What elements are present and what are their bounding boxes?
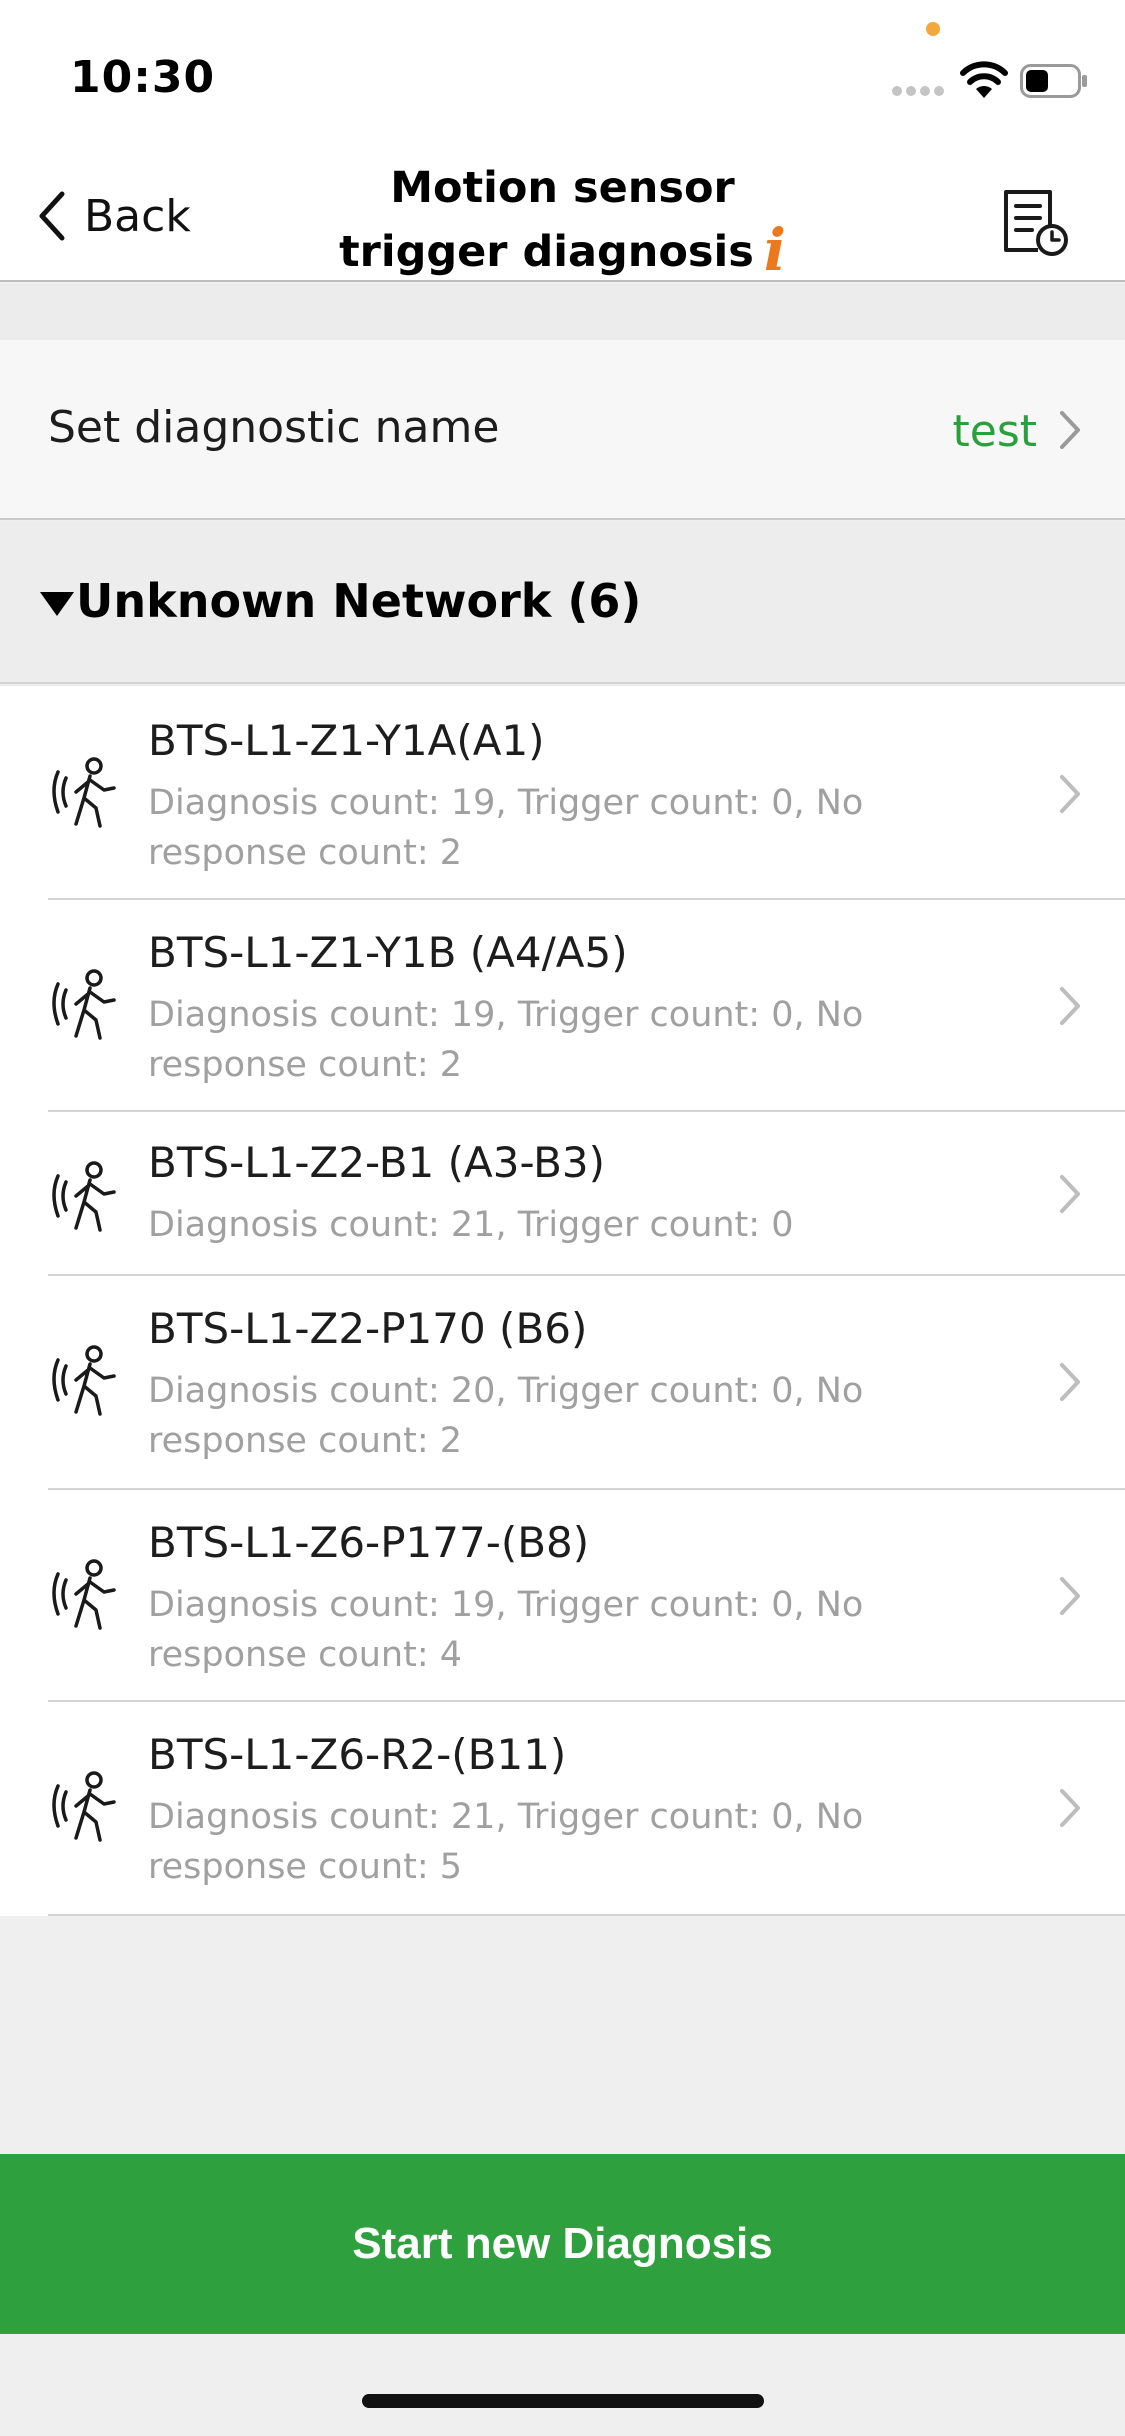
battery-icon — [1020, 64, 1087, 98]
list-item[interactable]: BTS-L1-Z6-P177-(B8) Diagnosis count: 19,… — [0, 1490, 1125, 1702]
status-bar: 10:30 — [0, 0, 1125, 140]
info-icon[interactable]: i — [764, 221, 786, 279]
device-name: BTS-L1-Z1-Y1A(A1) — [148, 716, 545, 765]
page-title: Motion sensor trigger diagnosis i — [300, 156, 825, 284]
device-name: BTS-L1-Z6-R2-(B11) — [148, 1730, 567, 1779]
device-list: BTS-L1-Z1-Y1A(A1) Diagnosis count: 19, T… — [0, 686, 1125, 1916]
motion-sensor-person-icon — [52, 1345, 116, 1416]
diagnostic-name-value: test — [952, 406, 1038, 457]
chevron-right-icon — [1060, 1175, 1080, 1213]
chevron-right-icon — [1060, 1363, 1080, 1401]
page-title-line-2: trigger diagnosis i — [300, 220, 825, 284]
motion-sensor-person-icon — [52, 1559, 116, 1630]
network-section-header[interactable]: Unknown Network (6) — [0, 522, 1125, 684]
chevron-left-icon — [39, 191, 65, 241]
chevron-right-icon — [1060, 1789, 1080, 1827]
status-time: 10:30 — [70, 52, 216, 103]
chevron-right-icon — [1060, 775, 1080, 813]
network-section-title: Unknown Network (6) — [76, 574, 642, 628]
device-name: BTS-L1-Z1-Y1B (A4/A5) — [148, 928, 628, 977]
device-name: BTS-L1-Z2-P170 (B6) — [148, 1304, 588, 1353]
chevron-right-icon — [1060, 411, 1080, 449]
chevron-right-icon — [1060, 1577, 1080, 1615]
navigation-bar: Back Motion sensor trigger diagnosis i — [0, 140, 1125, 282]
device-detail: Diagnosis count: 21, Trigger count: 0 — [148, 1205, 794, 1245]
back-button-label: Back — [84, 190, 191, 242]
page-title-line-2-text: trigger diagnosis — [339, 227, 754, 277]
home-indicator — [362, 2394, 764, 2408]
caret-down-icon — [40, 592, 74, 616]
list-item[interactable]: BTS-L1-Z2-B1 (A3-B3) Diagnosis count: 21… — [0, 1112, 1125, 1276]
list-item[interactable]: BTS-L1-Z2-P170 (B6) Diagnosis count: 20,… — [0, 1276, 1125, 1490]
wifi-icon — [960, 61, 1008, 98]
device-detail: Diagnosis count: 20, Trigger count: 0, N… — [148, 1371, 864, 1461]
motion-sensor-person-icon — [52, 757, 116, 828]
motion-sensor-person-icon — [52, 1771, 116, 1842]
device-name: BTS-L1-Z6-P177-(B8) — [148, 1518, 590, 1567]
diagnostic-name-label: Set diagnostic name — [48, 402, 500, 453]
chevron-right-icon — [1060, 987, 1080, 1025]
list-item[interactable]: BTS-L1-Z1-Y1A(A1) Diagnosis count: 19, T… — [0, 686, 1125, 900]
report-history-icon[interactable] — [998, 184, 1072, 258]
device-detail: Diagnosis count: 21, Trigger count: 0, N… — [148, 1797, 864, 1887]
motion-sensor-person-icon — [52, 1161, 116, 1232]
device-detail: Diagnosis count: 19, Trigger count: 0, N… — [148, 1585, 864, 1675]
back-button[interactable]: Back — [36, 188, 191, 244]
start-new-diagnosis-button[interactable]: Start new Diagnosis — [0, 2154, 1125, 2334]
cellular-signal-icon — [892, 86, 946, 96]
motion-sensor-person-icon — [52, 969, 116, 1040]
device-detail: Diagnosis count: 19, Trigger count: 0, N… — [148, 783, 864, 873]
set-diagnostic-name-row[interactable]: Set diagnostic name test — [0, 340, 1125, 520]
device-detail: Diagnosis count: 19, Trigger count: 0, N… — [148, 995, 864, 1085]
list-item[interactable]: BTS-L1-Z1-Y1B (A4/A5) Diagnosis count: 1… — [0, 900, 1125, 1112]
list-item[interactable]: BTS-L1-Z6-R2-(B11) Diagnosis count: 21, … — [0, 1702, 1125, 1916]
page-title-line-1: Motion sensor — [390, 163, 735, 213]
device-name: BTS-L1-Z2-B1 (A3-B3) — [148, 1138, 606, 1187]
privacy-indicator-dot — [926, 22, 940, 36]
section-spacer — [0, 284, 1125, 340]
